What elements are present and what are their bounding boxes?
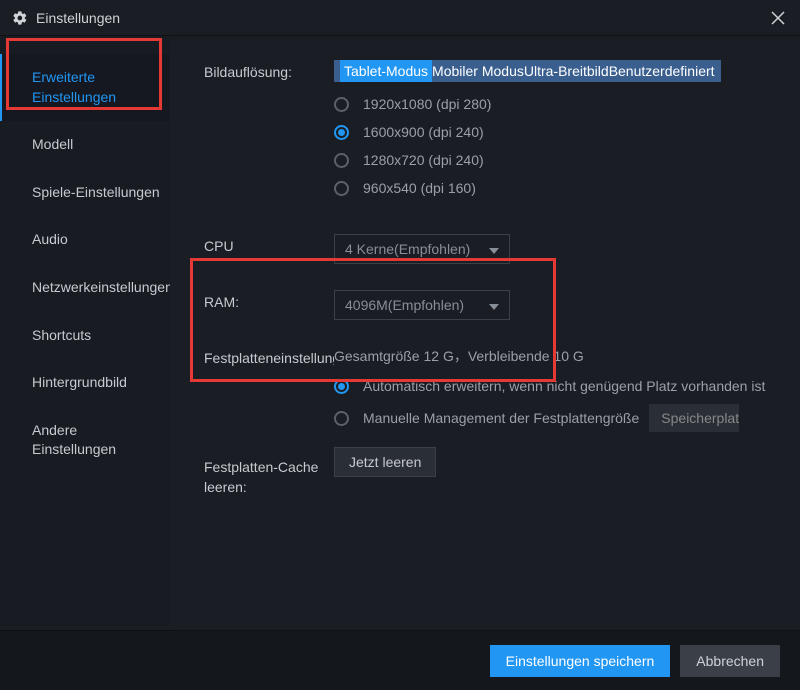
close-button[interactable]: [768, 8, 788, 28]
radio-icon: [334, 181, 349, 196]
sidebar-hintergrund[interactable]: Hintergrundbild: [0, 359, 170, 407]
radio-icon: [334, 97, 349, 112]
cpu-select-value: 4 Kerne(Empfohlen): [345, 241, 470, 257]
chevron-down-icon: [489, 241, 499, 257]
ram-label: RAM:: [204, 290, 334, 320]
resolution-option-label: 960x540 (dpi 160): [363, 180, 476, 196]
display-mode-3[interactable]: Benutzerdefiniert: [609, 63, 715, 79]
ram-select-value: 4096M(Empfohlen): [345, 297, 464, 313]
resolution-option-1[interactable]: 1600x900 (dpi 240): [334, 124, 774, 140]
footer: Einstellungen speichern Abbrechen: [0, 630, 800, 690]
display-mode-0[interactable]: Tablet-Modus: [340, 60, 432, 82]
cpu-select[interactable]: 4 Kerne(Empfohlen): [334, 234, 510, 264]
content-panel: Bildauflösung: Tablet-ModusMobiler Modus…: [170, 36, 800, 626]
cpu-label: CPU: [204, 234, 334, 264]
sidebar-modell[interactable]: Modell: [0, 121, 170, 169]
sidebar-andere[interactable]: Andere Einstellungen: [0, 407, 170, 474]
sidebar-netzwerk[interactable]: Netzwerkeinstellungen: [0, 264, 170, 312]
disk-auto-option[interactable]: Automatisch erweitern, wenn nicht genüge…: [334, 378, 774, 394]
display-mode-2[interactable]: Ultra-Breitbild: [524, 63, 609, 79]
cancel-button[interactable]: Abbrechen: [680, 645, 780, 677]
resolution-option-label: 1280x720 (dpi 240): [363, 152, 484, 168]
close-icon: [771, 11, 785, 25]
cache-label: Festplatten-Cache leeren:: [204, 454, 334, 497]
sidebar-shortcuts[interactable]: Shortcuts: [0, 312, 170, 360]
sidebar-audio[interactable]: Audio: [0, 216, 170, 264]
sidebar-erweiterte[interactable]: Erweiterte Einstellungen: [0, 54, 170, 121]
resolution-option-label: 1600x900 (dpi 240): [363, 124, 484, 140]
ram-select[interactable]: 4096M(Empfohlen): [334, 290, 510, 320]
display-mode-tabs[interactable]: Tablet-ModusMobiler ModusUltra-Breitbild…: [334, 60, 721, 82]
save-button[interactable]: Einstellungen speichern: [490, 645, 671, 677]
settings-icon: [12, 10, 28, 26]
sidebar-spiele[interactable]: Spiele-Einstellungen: [0, 169, 170, 217]
titlebar: Einstellungen: [0, 0, 800, 36]
radio-icon: [334, 125, 349, 140]
disk-info: Gesamtgröße 12 G，Verbleibende 10 G: [334, 346, 774, 366]
radio-icon: [334, 153, 349, 168]
disk-manual-label: Manuelle Management der Festplattengröße: [363, 410, 639, 426]
disk-manual-option[interactable]: Manuelle Management der Festplattengröße…: [334, 404, 774, 432]
radio-icon: [334, 379, 349, 394]
disk-expand-button[interactable]: Speicherplatz erweitern: [649, 404, 739, 432]
resolution-option-2[interactable]: 1280x720 (dpi 240): [334, 152, 774, 168]
resolution-label: Bildauflösung:: [204, 60, 334, 208]
chevron-down-icon: [489, 297, 499, 313]
window-title: Einstellungen: [36, 10, 120, 26]
radio-icon: [334, 411, 349, 426]
sidebar: Erweiterte EinstellungenModellSpiele-Ein…: [0, 36, 170, 626]
display-mode-1[interactable]: Mobiler Modus: [432, 63, 524, 79]
resolution-option-0[interactable]: 1920x1080 (dpi 280): [334, 96, 774, 112]
disk-auto-label: Automatisch erweitern, wenn nicht genüge…: [363, 378, 765, 394]
clear-cache-button[interactable]: Jetzt leeren: [334, 447, 436, 477]
disk-label: Festplatteneinstellungen: [204, 346, 334, 442]
resolution-option-3[interactable]: 960x540 (dpi 160): [334, 180, 774, 196]
resolution-option-label: 1920x1080 (dpi 280): [363, 96, 491, 112]
